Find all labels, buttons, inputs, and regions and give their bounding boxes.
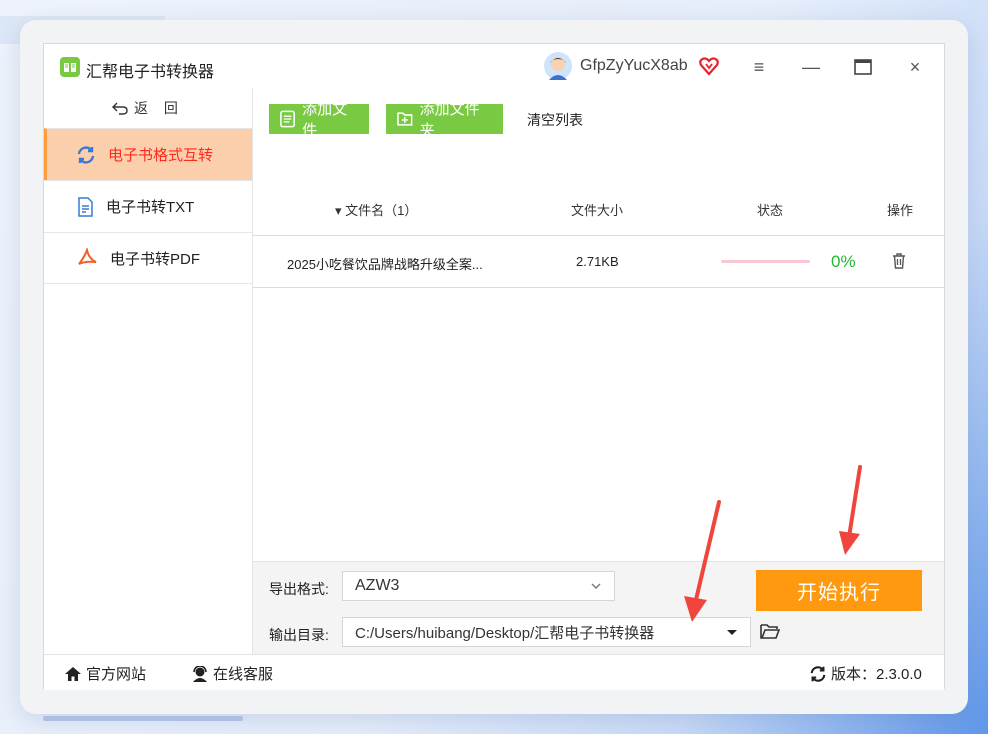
chevron-down-icon — [591, 583, 601, 589]
vip-heart-icon[interactable] — [698, 55, 720, 77]
sidebar: 返 回 电子书格式互转 电子书转TXT 电子书转PDF — [44, 88, 253, 654]
table-divider — [253, 287, 944, 288]
format-label: 导出格式: — [269, 581, 329, 597]
document-icon — [78, 196, 93, 217]
table-divider — [253, 235, 944, 236]
back-button[interactable]: 返 回 — [44, 88, 252, 128]
app-title: 汇帮电子书转换器 — [86, 64, 215, 81]
app-logo-icon — [60, 57, 80, 77]
sync-icon — [77, 145, 95, 164]
header-size: 文件大小 — [571, 203, 624, 218]
output-dir-value: C:/Users/huibang/Desktop/汇帮电子书转换器 — [355, 624, 655, 642]
maximize-icon — [854, 59, 872, 75]
annotation-arrow — [684, 500, 721, 622]
pdf-icon — [78, 248, 97, 265]
minimize-button[interactable]: — — [798, 54, 824, 80]
open-folder-icon[interactable] — [760, 622, 780, 640]
sidebar-item-to-txt[interactable]: 电子书转TXT — [44, 180, 252, 232]
close-button[interactable]: × — [902, 54, 928, 80]
add-folder-button[interactable]: 添加文件夹 — [386, 101, 503, 139]
format-value: AZW3 — [355, 577, 400, 594]
add-file-icon — [280, 110, 295, 128]
refresh-icon — [810, 665, 826, 682]
sidebar-item-label: 电子书转TXT — [106, 199, 195, 216]
settings-panel: 导出格式: AZW3 输出目录: C:/Users/huibang/Deskto… — [253, 561, 944, 654]
progress-bar — [721, 260, 810, 263]
header-status: 状态 — [757, 203, 784, 218]
annotation-arrow — [839, 465, 862, 555]
output-label: 输出目录: — [269, 627, 329, 643]
caret-down-icon — [727, 630, 737, 635]
sidebar-item-format-convert[interactable]: 电子书格式互转 — [44, 128, 252, 180]
sidebar-item-to-pdf[interactable]: 电子书转PDF — [44, 232, 252, 284]
start-button[interactable]: 开始执行 — [756, 570, 922, 611]
back-arrow-icon — [112, 102, 128, 115]
online-support-link[interactable]: 在线客服 — [191, 663, 273, 684]
format-select[interactable]: AZW3 — [342, 571, 615, 601]
title-bar: 汇帮电子书转换器 GfpZyYucX8ab ≡ — × — [44, 44, 944, 88]
online-support-label: 在线客服 — [213, 666, 274, 683]
official-website-link[interactable]: 官方网站 — [64, 663, 146, 684]
header-filename[interactable]: ▾ 文件名（1） — [335, 200, 417, 219]
sidebar-item-label: 电子书格式互转 — [108, 147, 214, 164]
header-action: 操作 — [887, 203, 914, 218]
add-folder-icon — [397, 112, 413, 126]
maximize-button[interactable] — [850, 54, 876, 80]
user-avatar[interactable] — [544, 52, 572, 80]
app-window: 汇帮电子书转换器 GfpZyYucX8ab ≡ — × 返 回 电子书格式互转 … — [43, 43, 945, 690]
sidebar-item-label: 电子书转PDF — [110, 250, 201, 268]
row-filename: 2025小吃餐饮品牌战略升级全案... — [287, 257, 483, 272]
version-label: 版本：2.3.0.0 — [831, 666, 922, 683]
home-icon — [65, 666, 81, 681]
add-file-button[interactable]: 添加文件 — [269, 101, 369, 139]
footer: 官方网站 在线客服 版本：2.3.0.0 — [44, 654, 944, 690]
row-size: 2.71KB — [576, 254, 619, 269]
background-line — [43, 716, 243, 721]
add-file-label: 添加文件 — [302, 101, 348, 139]
clear-list-button[interactable]: 清空列表 — [527, 110, 583, 130]
add-folder-label: 添加文件夹 — [419, 101, 480, 139]
progress-percent: 0% — [831, 252, 856, 271]
back-label: 返 回 — [134, 100, 184, 116]
menu-icon[interactable]: ≡ — [746, 54, 772, 80]
version-info[interactable]: 版本：2.3.0.0 — [809, 663, 922, 684]
official-website-label: 官方网站 — [86, 666, 147, 683]
delete-icon[interactable] — [890, 252, 908, 270]
customer-service-icon — [193, 665, 207, 682]
username[interactable]: GfpZyYucX8ab — [580, 57, 688, 75]
